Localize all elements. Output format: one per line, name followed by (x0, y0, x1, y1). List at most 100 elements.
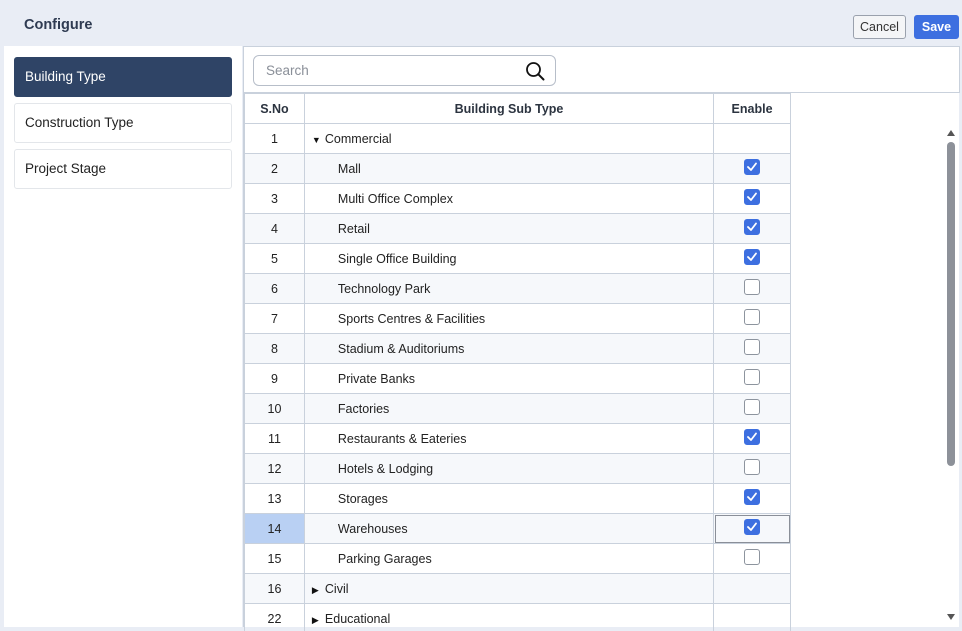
enable-checkbox[interactable] (744, 338, 761, 355)
enable-cell (713, 153, 791, 184)
table-row[interactable]: 5 Single Office Building (244, 243, 791, 274)
enable-cell (713, 423, 791, 454)
column-header-sub-type[interactable]: Building Sub Type (303, 93, 715, 124)
group-row-label-cell[interactable]: ▶ Civil (303, 573, 715, 604)
table-row[interactable]: 3 Multi Office Complex (244, 183, 791, 214)
enable-checkbox[interactable] (744, 278, 761, 295)
table-row[interactable]: 11 Restaurants & Eateries (244, 423, 791, 454)
enable-cell (713, 243, 791, 274)
check-icon (747, 492, 757, 501)
enable-checkbox[interactable] (744, 368, 761, 385)
caret-down-icon[interactable]: ▼ (312, 135, 322, 145)
table-row[interactable]: 13 Storages (244, 483, 791, 514)
enable-cell (713, 543, 791, 574)
table-row[interactable]: 10 Factories (244, 393, 791, 424)
table-row[interactable]: 22 ▶ Educational (244, 603, 791, 631)
sub-type-wrap: Technology Park (305, 282, 430, 296)
table-row[interactable]: 6 Technology Park (244, 273, 791, 304)
scroll-thumb[interactable] (947, 142, 955, 466)
sub-type-label: Mall (337, 161, 361, 176)
table-row[interactable]: 15 Parking Garages (244, 543, 791, 574)
table-row[interactable]: 2 Mall (244, 153, 791, 184)
cancel-button[interactable]: Cancel (853, 15, 906, 39)
sub-type-label: Commercial (324, 131, 392, 146)
enable-checkbox[interactable] (744, 188, 761, 205)
table-row[interactable]: 12 Hotels & Lodging (244, 453, 791, 484)
column-header-enable[interactable]: Enable (713, 93, 791, 124)
enable-cell (713, 573, 791, 604)
sidebar-item-project-stage[interactable]: Project Stage (14, 149, 232, 189)
enable-cell (713, 273, 791, 304)
enable-checkbox[interactable] (744, 488, 761, 505)
column-header-sno[interactable]: S.No (244, 93, 305, 124)
scroll-down-arrow[interactable] (947, 614, 955, 620)
sub-type-label: Private Banks (337, 371, 416, 386)
search-box (253, 55, 556, 86)
sidebar-item-construction-type[interactable]: Construction Type (14, 103, 232, 143)
enable-cell (713, 483, 791, 514)
sub-type-label: Multi Office Complex (337, 191, 453, 206)
sub-type-wrap: Warehouses (305, 522, 408, 536)
sub-type-wrap: Multi Office Complex (305, 192, 453, 206)
group-row-label-cell[interactable]: ▶ Educational (303, 603, 715, 631)
enable-cell (713, 393, 791, 424)
sub-type-label: Technology Park (337, 281, 431, 296)
sub-type-cell: Sports Centres & Facilities (303, 303, 715, 334)
check-icon (747, 522, 757, 531)
table-row[interactable]: 4 Retail (244, 213, 791, 244)
sidebar-item-building-type[interactable]: Building Type (14, 57, 232, 97)
caret-right-icon[interactable]: ▶ (312, 585, 322, 596)
row-sno: 22 (244, 603, 305, 631)
enable-cell (713, 123, 791, 154)
table-row[interactable]: 9 Private Banks (244, 363, 791, 394)
caret-right-icon[interactable]: ▶ (312, 615, 322, 626)
sub-type-label: Civil (324, 581, 349, 596)
save-button[interactable]: Save (914, 15, 959, 39)
sub-type-cell: Storages (303, 483, 715, 514)
sub-type-cell: Technology Park (303, 273, 715, 304)
check-icon (747, 162, 757, 171)
search-icon[interactable] (525, 61, 545, 81)
table-row[interactable]: 14 Warehouses (244, 513, 791, 544)
search-input[interactable] (254, 56, 514, 85)
sub-type-wrap: ▶ Educational (305, 612, 390, 626)
sub-type-cell: Multi Office Complex (303, 183, 715, 214)
enable-checkbox[interactable] (744, 458, 761, 475)
sidebar: Building Type Construction Type Project … (4, 46, 242, 627)
enable-checkbox[interactable] (744, 518, 761, 535)
row-sno: 9 (244, 363, 305, 394)
sub-type-cell: Retail (303, 213, 715, 244)
sub-type-label: Educational (324, 611, 391, 626)
row-sno: 15 (244, 543, 305, 574)
enable-checkbox[interactable] (744, 308, 761, 325)
row-sno: 13 (244, 483, 305, 514)
row-sno: 2 (244, 153, 305, 184)
table-row[interactable]: 8 Stadium & Auditoriums (244, 333, 791, 364)
scroll-up-arrow[interactable] (947, 130, 955, 136)
sub-type-wrap: Single Office Building (305, 252, 457, 266)
row-sno: 10 (244, 393, 305, 424)
enable-checkbox[interactable] (744, 158, 761, 175)
enable-checkbox[interactable] (744, 218, 761, 235)
enable-cell (713, 453, 791, 484)
content-panel: S.No Building Sub Type Enable 1▼Commerci… (243, 46, 960, 631)
enable-checkbox[interactable] (744, 248, 761, 265)
enable-checkbox[interactable] (744, 398, 761, 415)
enable-checkbox[interactable] (744, 428, 761, 445)
table-row[interactable]: 16 ▶ Civil (244, 573, 791, 604)
sub-type-wrap: Stadium & Auditoriums (305, 342, 464, 356)
sub-type-wrap: Storages (305, 492, 388, 506)
enable-checkbox[interactable] (744, 548, 761, 565)
check-icon (747, 432, 757, 441)
sub-type-cell: Mall (303, 153, 715, 184)
table-row[interactable]: 1 ▼ Commercial (244, 123, 791, 154)
row-sno: 12 (244, 453, 305, 484)
sub-type-wrap: Mall (305, 162, 361, 176)
sub-type-wrap: Parking Garages (305, 552, 432, 566)
table-row[interactable]: 7 Sports Centres & Facilities (244, 303, 791, 334)
vertical-scrollbar[interactable] (944, 126, 958, 626)
group-row-label-cell[interactable]: ▼ Commercial (303, 123, 715, 154)
header-bar: Configure Cancel Save (0, 0, 962, 46)
row-sno: 14 (244, 513, 305, 544)
sub-type-cell: Restaurants & Eateries (303, 423, 715, 454)
